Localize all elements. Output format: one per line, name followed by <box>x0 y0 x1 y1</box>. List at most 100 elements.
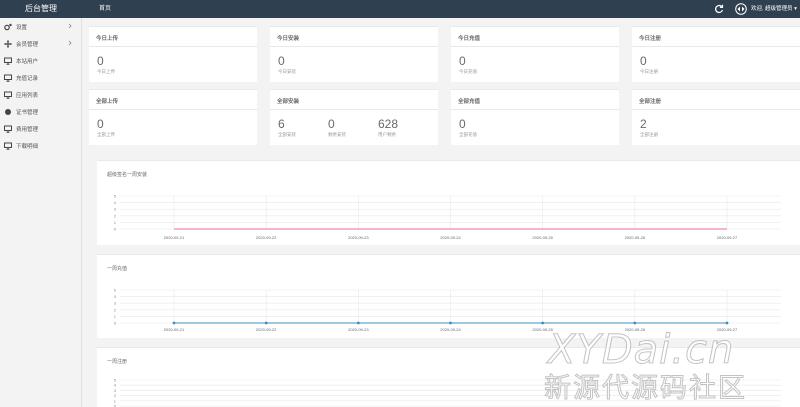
stat-value: 628 <box>378 117 399 131</box>
sidebar-item-members[interactable]: 会员管理 <box>0 35 82 52</box>
gears-icon <box>4 23 12 30</box>
stat: 0 今日充值 <box>459 55 477 75</box>
card-divider <box>451 109 619 110</box>
card-total-recharge: 全部充值 0 全部充值 <box>451 89 619 145</box>
stat-label: 全部充值 <box>459 132 477 137</box>
sidebar: 设置 会员管理 本站用户 充值记录 应用列表 证书管理 费用管理 下载明细 <box>0 18 82 407</box>
monitor-icon <box>4 142 12 150</box>
y-tick-label: 1 <box>114 220 117 225</box>
sidebar-item-fees[interactable]: 费用管理 <box>0 120 82 137</box>
card-title: 今日充值 <box>458 36 481 42</box>
watermark-slogan: 新源代源码社区 <box>544 373 747 404</box>
y-tick-label: 0 <box>114 321 117 326</box>
stat-label: 今日上传 <box>97 69 115 74</box>
top-bar: 后台管理 首页 欢迎, 超级管理员 ▾ <box>0 0 800 18</box>
card-title: 今日注册 <box>639 36 662 42</box>
x-tick-label: 2020-09-22 <box>256 235 277 240</box>
card-today-register: 今日注册 0 今日注册 <box>632 26 800 82</box>
stat-label: 今日注册 <box>640 69 658 74</box>
stat: 2 全部注册 <box>640 118 658 138</box>
stat-value: 2 <box>640 117 647 131</box>
card-today-upload: 今日上传 0 今日上传 <box>89 26 257 82</box>
sidebar-item-certificates[interactable]: 证书管理 <box>0 103 82 120</box>
card-title: 今日上传 <box>96 36 119 42</box>
x-tick-label: 2020-09-24 <box>440 235 461 240</box>
x-tick-label: 2020-09-23 <box>348 235 369 240</box>
stat-value: 0 <box>328 117 335 131</box>
y-tick-label: 2 <box>114 393 117 398</box>
y-tick-label: 5 <box>114 378 117 383</box>
card-total-register: 全部注册 2 全部注册 <box>632 89 800 145</box>
monitor-icon <box>4 125 12 133</box>
sidebar-item-label: 费用管理 <box>16 126 39 133</box>
sidebar-item-app-list[interactable]: 应用列表 <box>0 86 82 103</box>
stat-user-remaining: 628 用户剩余 <box>378 118 398 138</box>
y-tick-label: 1 <box>114 398 117 403</box>
watermark-logo: XYDai.cn <box>547 327 735 373</box>
sidebar-item-site-users[interactable]: 本站用户 <box>0 52 82 69</box>
card-divider <box>270 46 438 47</box>
chevron-right-icon <box>68 23 72 29</box>
stat-label: 今日安装 <box>278 69 296 74</box>
y-tick-label: 4 <box>114 200 117 205</box>
sidebar-item-label: 设置 <box>16 24 28 31</box>
sidebar-item-recharge-records[interactable]: 充值记录 <box>0 69 82 86</box>
stat-value: 0 <box>278 54 285 68</box>
stat: 0 全部充值 <box>459 118 477 138</box>
stat: 0 今日注册 <box>640 55 658 75</box>
data-point <box>172 321 176 325</box>
stat-value: 0 <box>640 54 647 68</box>
data-point <box>541 321 545 325</box>
y-tick-label: 2 <box>114 213 117 218</box>
y-tick-label: 2 <box>114 307 117 312</box>
data-point <box>356 321 360 325</box>
y-tick-label: 0 <box>114 227 117 232</box>
stat: 0 今日安装 <box>278 55 296 75</box>
card-total-install: 全部安装 6 全部安装 0 剩余安装 628 用户剩余 <box>270 89 438 145</box>
y-tick-label: 5 <box>114 288 117 293</box>
circle-icon <box>5 108 11 115</box>
stat: 0 全部上传 <box>97 118 115 138</box>
sidebar-item-downloads[interactable]: 下载明细 <box>0 137 82 154</box>
y-tick-label: 1 <box>114 314 117 319</box>
stat-value: 6 <box>278 117 285 131</box>
sidebar-item-label: 证书管理 <box>16 109 39 116</box>
sidebar-item-label: 下载明细 <box>16 143 39 150</box>
card-divider <box>89 109 257 110</box>
stat-total-install: 6 全部安装 <box>278 118 296 138</box>
sidebar-item-label: 本站用户 <box>16 58 39 65</box>
refresh-icon[interactable] <box>714 4 724 14</box>
card-title: 全部安装 <box>277 99 300 105</box>
stat-label: 剩余安装 <box>328 132 346 137</box>
stat: 0 今日上传 <box>97 55 115 75</box>
stat-value: 0 <box>459 117 466 131</box>
sidebar-item-label: 充值记录 <box>16 75 39 82</box>
card-total-upload: 全部上传 0 全部上传 <box>89 89 257 145</box>
card-divider <box>632 46 800 47</box>
card-divider <box>632 109 800 110</box>
y-tick-label: 3 <box>114 207 117 212</box>
card-divider <box>451 46 619 47</box>
user-avatar-icon[interactable] <box>735 3 747 15</box>
data-point <box>264 321 268 325</box>
x-tick-label: 2020-09-21 <box>164 327 185 332</box>
x-tick-label: 2020-09-27 <box>717 235 738 240</box>
stat-value: 0 <box>459 54 466 68</box>
stat-label: 全部注册 <box>640 132 658 137</box>
card-today-recharge: 今日充值 0 今日充值 <box>451 26 619 82</box>
data-point <box>725 321 729 325</box>
x-tick-label: 2020-09-23 <box>348 327 369 332</box>
nav-home-link[interactable]: 首页 <box>99 0 111 18</box>
chart-install: 0 1 23 45 2020-09-21 2020-09-22 2020-09-23 2020… <box>114 194 781 240</box>
card-title: 全部上传 <box>96 99 119 105</box>
y-tick-label: 3 <box>114 388 117 393</box>
chart-panel-install: 超级签名一周安装 0 1 2 3 4 5 2020-09-21 2020-09-22 2020-… <box>97 160 800 245</box>
x-tick-label: 2020-09-21 <box>164 235 185 240</box>
card-title: 全部充值 <box>458 99 481 105</box>
user-menu[interactable]: 欢迎, 超级管理员 ▾ <box>751 0 797 18</box>
sidebar-item-settings[interactable]: 设置 <box>0 18 82 35</box>
y-tick-label: 3 <box>114 301 117 306</box>
stat-label: 用户剩余 <box>378 132 396 137</box>
stat-label: 全部安装 <box>278 132 296 137</box>
x-tick-label: 2020-09-24 <box>440 327 461 332</box>
